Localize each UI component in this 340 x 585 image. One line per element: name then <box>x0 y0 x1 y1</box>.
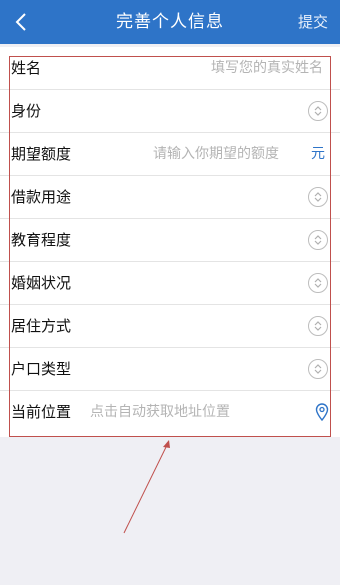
name-input[interactable]: 填写您的真实姓名 <box>211 47 323 90</box>
nav-bar: 完善个人信息 提交 <box>0 0 340 44</box>
loan-purpose-select[interactable]: 借款用途 <box>0 176 340 219</box>
select-arrows-icon <box>308 316 328 336</box>
education-select[interactable]: 教育程度 <box>0 219 340 262</box>
location-input[interactable]: 点击自动获取地址位置 <box>90 391 230 434</box>
household-type-label: 户口类型 <box>11 360 72 378</box>
currency-unit: 元 <box>311 146 325 162</box>
marital-status-select[interactable]: 婚姻状况 <box>0 262 340 305</box>
education-label: 教育程度 <box>11 231 72 249</box>
identity-select[interactable]: 身份 <box>0 90 340 133</box>
household-type-select[interactable]: 户口类型 <box>0 348 340 391</box>
residence-select[interactable]: 居住方式 <box>0 305 340 348</box>
select-arrows-icon <box>308 101 328 121</box>
expected-amount-label: 期望额度 <box>11 145 72 163</box>
submit-button[interactable]: 提交 <box>298 0 328 44</box>
select-arrows-icon <box>308 187 328 207</box>
marital-status-label: 婚姻状况 <box>11 274 72 292</box>
select-arrows-icon <box>308 273 328 293</box>
name-row[interactable]: 姓名 填写您的真实姓名 <box>0 47 340 90</box>
select-arrows-icon <box>308 359 328 379</box>
expected-amount-input[interactable]: 请输入你期望的额度 <box>153 133 279 176</box>
expected-amount-row[interactable]: 期望额度 请输入你期望的额度 元 <box>0 133 340 176</box>
location-row[interactable]: 当前位置 点击自动获取地址位置 <box>0 391 340 434</box>
name-label: 姓名 <box>11 59 42 77</box>
page-title: 完善个人信息 <box>116 12 224 32</box>
personal-info-form: 姓名 填写您的真实姓名 身份 期望额度 请输入你期望的额度 元 借款用途 教育程… <box>0 47 340 437</box>
residence-label: 居住方式 <box>11 317 72 335</box>
identity-label: 身份 <box>11 102 42 120</box>
location-label: 当前位置 <box>11 403 72 421</box>
select-arrows-icon <box>308 230 328 250</box>
loan-purpose-label: 借款用途 <box>11 188 72 206</box>
location-pin-icon[interactable] <box>315 403 329 425</box>
